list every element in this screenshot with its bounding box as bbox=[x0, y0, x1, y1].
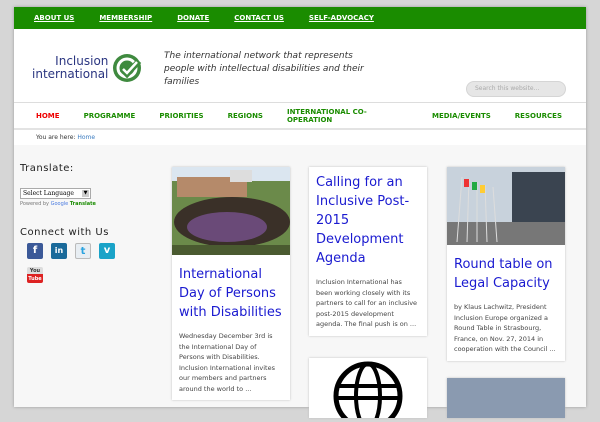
header: Inclusion international The international… bbox=[14, 29, 586, 103]
main-nav: HOME PROGRAMME PRIORITIES REGIONS INTERN… bbox=[14, 103, 586, 130]
link-donate[interactable]: DONATE bbox=[177, 14, 209, 22]
google-text: Google bbox=[50, 201, 69, 207]
post-excerpt: by Klaus Lachwitz, President Inclusion E… bbox=[454, 303, 556, 353]
link-membership[interactable]: MEMBERSHIP bbox=[99, 14, 152, 22]
post-image-group-photo[interactable] bbox=[172, 167, 290, 255]
post-excerpt: Wednesday December 3rd is the Internatio… bbox=[179, 332, 275, 393]
powered-by-text: Powered by bbox=[20, 201, 49, 207]
connect-title: Connect with Us bbox=[20, 227, 109, 238]
nav-programme[interactable]: PROGRAMME bbox=[84, 112, 136, 120]
translate-title: Translate: bbox=[20, 163, 74, 174]
facebook-icon[interactable]: f bbox=[27, 243, 43, 259]
top-bar: ABOUT US MEMBERSHIP DONATE CONTACT US SE… bbox=[14, 7, 586, 29]
tagline: The international network that represent… bbox=[164, 51, 364, 87]
post-title[interactable]: International Day of Persons with Disabi… bbox=[172, 259, 290, 322]
logo[interactable]: Inclusion international bbox=[32, 53, 142, 83]
post-card[interactable]: Calling for an Inclusive Post-2015 Devel… bbox=[309, 167, 427, 336]
post-title[interactable]: Round table on Legal Capacity bbox=[447, 249, 565, 293]
chevron-down-icon: ▼ bbox=[82, 190, 89, 197]
translate-link[interactable]: Translate bbox=[70, 201, 96, 207]
link-about-us[interactable]: ABOUT US bbox=[34, 14, 74, 22]
logo-mark-icon bbox=[113, 54, 142, 82]
globe-logo-icon bbox=[333, 361, 403, 422]
sidebar: Translate: Select Language ▼ Powered by G… bbox=[20, 163, 115, 283]
link-self-advocacy[interactable]: SELF-ADVOCACY bbox=[309, 14, 374, 22]
nav-resources[interactable]: RESOURCES bbox=[515, 112, 562, 120]
breadcrumb-label: You are here: bbox=[36, 134, 76, 141]
youtube-icon[interactable]: You Tube bbox=[27, 267, 43, 283]
vimeo-icon[interactable]: v bbox=[99, 243, 115, 259]
nav-regions[interactable]: REGIONS bbox=[228, 112, 263, 120]
post-card[interactable]: Round table on Legal Capacity by Klaus L… bbox=[447, 167, 565, 361]
nav-international-co-operation[interactable]: INTERNATIONAL CO-OPERATION bbox=[287, 108, 408, 124]
powered-by: Powered by Google Translate bbox=[20, 201, 115, 207]
twitter-icon[interactable]: t bbox=[75, 243, 91, 259]
post-title[interactable]: Calling for an Inclusive Post-2015 Devel… bbox=[309, 167, 427, 268]
post-image-flags[interactable] bbox=[447, 167, 565, 245]
breadcrumb-home[interactable]: Home bbox=[77, 134, 95, 141]
post-card[interactable]: International Day of Persons with Disabi… bbox=[172, 167, 290, 400]
nav-media-events[interactable]: MEDIA/EVENTS bbox=[432, 112, 491, 120]
linkedin-icon[interactable]: in bbox=[51, 243, 67, 259]
post-excerpt: Inclusion International has been working… bbox=[316, 278, 418, 328]
logo-line2: international bbox=[32, 67, 109, 81]
language-select-value: Select Language bbox=[23, 190, 74, 197]
breadcrumb: You are here: Home bbox=[14, 130, 586, 145]
link-contact-us[interactable]: CONTACT US bbox=[234, 14, 284, 22]
post-card[interactable] bbox=[309, 358, 427, 422]
nav-home[interactable]: HOME bbox=[36, 112, 60, 120]
nav-priorities[interactable]: PRIORITIES bbox=[159, 112, 203, 120]
language-select[interactable]: Select Language ▼ bbox=[20, 188, 91, 199]
post-card-image-portrait[interactable] bbox=[447, 378, 565, 418]
search-input[interactable]: Search this website... bbox=[466, 81, 566, 97]
